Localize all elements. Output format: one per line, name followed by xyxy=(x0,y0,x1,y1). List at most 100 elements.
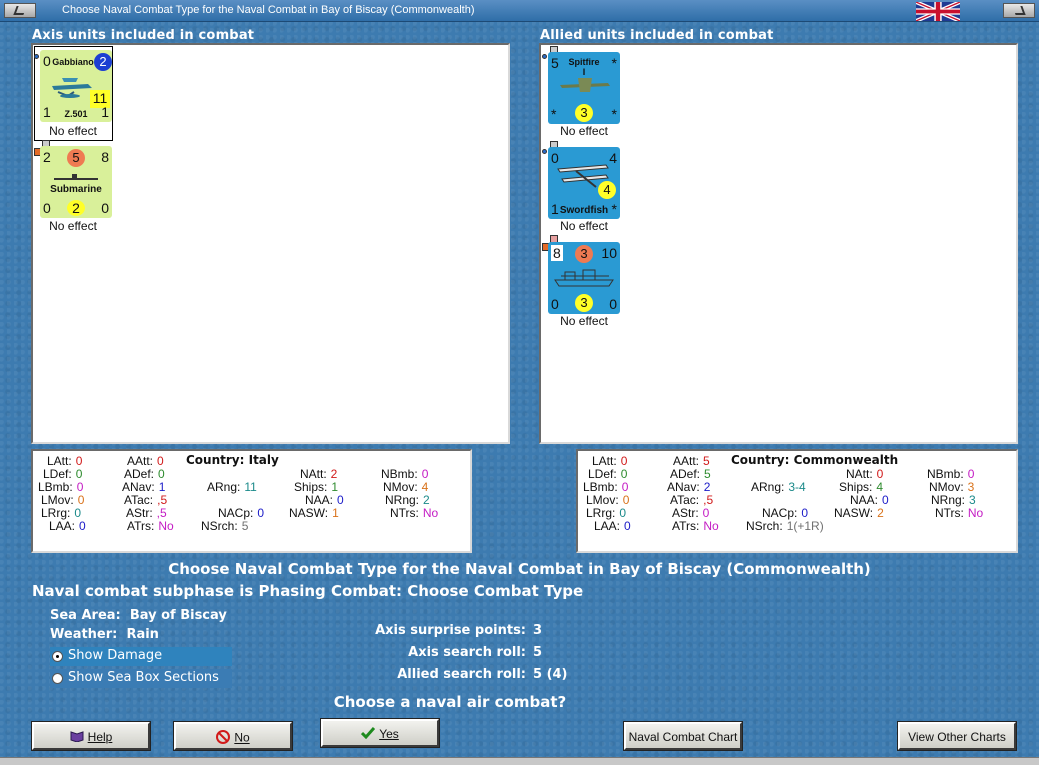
stat-label: NMov: xyxy=(383,480,418,494)
stat-label: NAA: xyxy=(850,493,879,507)
stat-value: 0 xyxy=(876,467,884,481)
stat-value: 0 xyxy=(620,454,628,468)
country-name: Commonwealth xyxy=(793,453,899,467)
counter-value: 2 xyxy=(43,149,51,165)
stat-nacp: NACp: 0 xyxy=(218,506,264,520)
stat-label: NBmb: xyxy=(381,467,418,481)
unit-counter-submarine[interactable]: 2 5 8 Submarine 0 2 0 xyxy=(40,146,112,218)
stat-label: NAA: xyxy=(305,493,334,507)
stat-lbmb: LBmb: 0 xyxy=(583,480,628,494)
show-sea-box-radio[interactable]: Show Sea Box Sections xyxy=(50,669,232,688)
stat-nasw: NASW: 2 xyxy=(834,506,884,520)
forward-button[interactable] xyxy=(1003,3,1035,18)
view-other-charts-button[interactable]: View Other Charts xyxy=(897,721,1017,751)
stat-atrs: ATrs: No xyxy=(672,519,719,533)
stat-ships: Ships: 4 xyxy=(839,480,883,494)
country-label: Country: xyxy=(731,453,790,467)
stat-value: 3 xyxy=(967,480,975,494)
fighter-plane-icon xyxy=(560,78,610,92)
help-button[interactable]: Help xyxy=(31,721,151,751)
stat-label: NACp: xyxy=(762,506,798,520)
unit-counter-gabbiano[interactable]: 0 Gabbiano 2 11 1 Z.501 1 xyxy=(40,50,112,122)
stat-value: 0 xyxy=(337,493,344,507)
stat-label: NMov: xyxy=(929,480,964,494)
stat-label: NRng: xyxy=(931,493,966,507)
view-other-charts-label: View Other Charts xyxy=(908,730,1006,744)
weather-row: Weather: Rain xyxy=(50,627,159,642)
stat-value: 0 xyxy=(75,454,83,468)
stat-value: 0 xyxy=(620,467,628,481)
unit-counter-ship[interactable]: 8 3 10 0 3 0 xyxy=(548,242,620,314)
stat-arng: ARng: 11 xyxy=(207,480,257,494)
stat-label: LDef: xyxy=(43,467,72,481)
counter-value: 0 xyxy=(43,200,51,216)
stat-anav: ANav: 1 xyxy=(122,480,165,494)
counter-circle: 3 xyxy=(575,104,593,122)
stat-label: NTrs: xyxy=(390,506,419,520)
unit-status: No effect xyxy=(49,124,97,138)
unit-counter-swordfish[interactable]: 0 4 4 1 Swordfish * xyxy=(548,147,620,219)
submarine-icon xyxy=(54,174,98,180)
stat-value: 5 xyxy=(704,467,711,481)
stat-label: LRrg: xyxy=(586,506,616,520)
stat-value: 0 xyxy=(619,506,627,520)
stat-lbmb: LBmb: 0 xyxy=(38,480,83,494)
uk-flag-icon xyxy=(916,2,960,21)
allied-panel-label: Allied units included in combat xyxy=(540,28,774,43)
stat-value: 11 xyxy=(244,480,257,494)
stat-label: Ships: xyxy=(294,480,328,494)
stat-value: 2 xyxy=(423,493,430,507)
allied-stats-box: LAtt: 0 LDef: 0 LBmb: 0 LMov: 0 LRrg: 0 LAA: 0… xyxy=(576,449,1018,553)
counter-circle: 3 xyxy=(575,245,593,263)
unit-name: Spitfire xyxy=(568,57,600,67)
stat-ldef: LDef: 0 xyxy=(43,467,82,481)
phase-heading: Choose Naval Combat Type for the Naval C… xyxy=(168,560,871,578)
counter-circle: 4 xyxy=(598,181,616,199)
axis-stats-box: LAtt: 0 LDef: 0 LBmb: 0 LMov: 0 LRrg: 0 LAA: 0… xyxy=(31,449,472,553)
stat-label: AStr: xyxy=(126,506,153,520)
stat-label: NAtt: xyxy=(300,467,327,481)
stat-label: NASW: xyxy=(289,506,329,520)
sea-area-label: Sea Area: xyxy=(50,608,121,623)
stat-value: ,5 xyxy=(157,493,168,507)
stat-value: 0 xyxy=(622,493,630,507)
stat-natt: NAtt: 2 xyxy=(300,467,337,481)
stat-value: No xyxy=(967,506,984,520)
stat-naa: NAA: 0 xyxy=(850,493,889,507)
no-button[interactable]: No xyxy=(173,721,293,751)
stat-naa: NAA: 0 xyxy=(305,493,344,507)
counter-value: * xyxy=(611,55,617,71)
stat-value: 1(+1R) xyxy=(786,519,824,533)
stat-aatt: AAtt: 5 xyxy=(673,454,710,468)
window-title: Choose Naval Combat Type for the Naval C… xyxy=(62,4,475,16)
stat-ntrs: NTrs: No xyxy=(390,506,438,520)
naval-combat-chart-button[interactable]: Naval Combat Chart xyxy=(623,721,743,751)
axis-search-value: 5 xyxy=(533,645,543,660)
stat-value: ,5 xyxy=(156,506,167,520)
stat-value: 2 xyxy=(330,467,338,481)
stat-value: 5 xyxy=(241,519,249,533)
stat-value: 0 xyxy=(257,506,265,520)
counter-value: 8 xyxy=(101,149,109,165)
checkmark-icon xyxy=(361,727,376,742)
back-button[interactable] xyxy=(4,3,36,18)
country-line: Country: Italy xyxy=(186,453,279,467)
stat-atrs: ATrs: No xyxy=(127,519,174,533)
show-damage-radio[interactable]: Show Damage xyxy=(50,647,232,666)
country-label: Country: xyxy=(186,453,245,467)
stat-aatt: AAtt: 0 xyxy=(127,454,164,468)
counter-value: * xyxy=(611,106,617,122)
stat-nrng: NRng: 2 xyxy=(385,493,430,507)
title-bar: Choose Naval Combat Type for the Naval C… xyxy=(0,0,1039,22)
unit-counter-spitfire[interactable]: 5 Spitfire I * * 3 * xyxy=(548,52,620,124)
stat-lrrg: LRrg: 0 xyxy=(586,506,626,520)
counter-value: 1 xyxy=(101,104,109,120)
stat-natt: NAtt: 0 xyxy=(846,467,883,481)
radio-selected-icon xyxy=(52,651,63,662)
stat-label: NAtt: xyxy=(846,467,873,481)
stat-astr: AStr: 0 xyxy=(672,506,709,520)
stat-adef: ADef: 5 xyxy=(670,467,711,481)
yes-button[interactable]: Yes xyxy=(320,718,440,748)
stat-anav: ANav: 2 xyxy=(667,480,710,494)
surprise-value: 3 xyxy=(533,623,543,638)
